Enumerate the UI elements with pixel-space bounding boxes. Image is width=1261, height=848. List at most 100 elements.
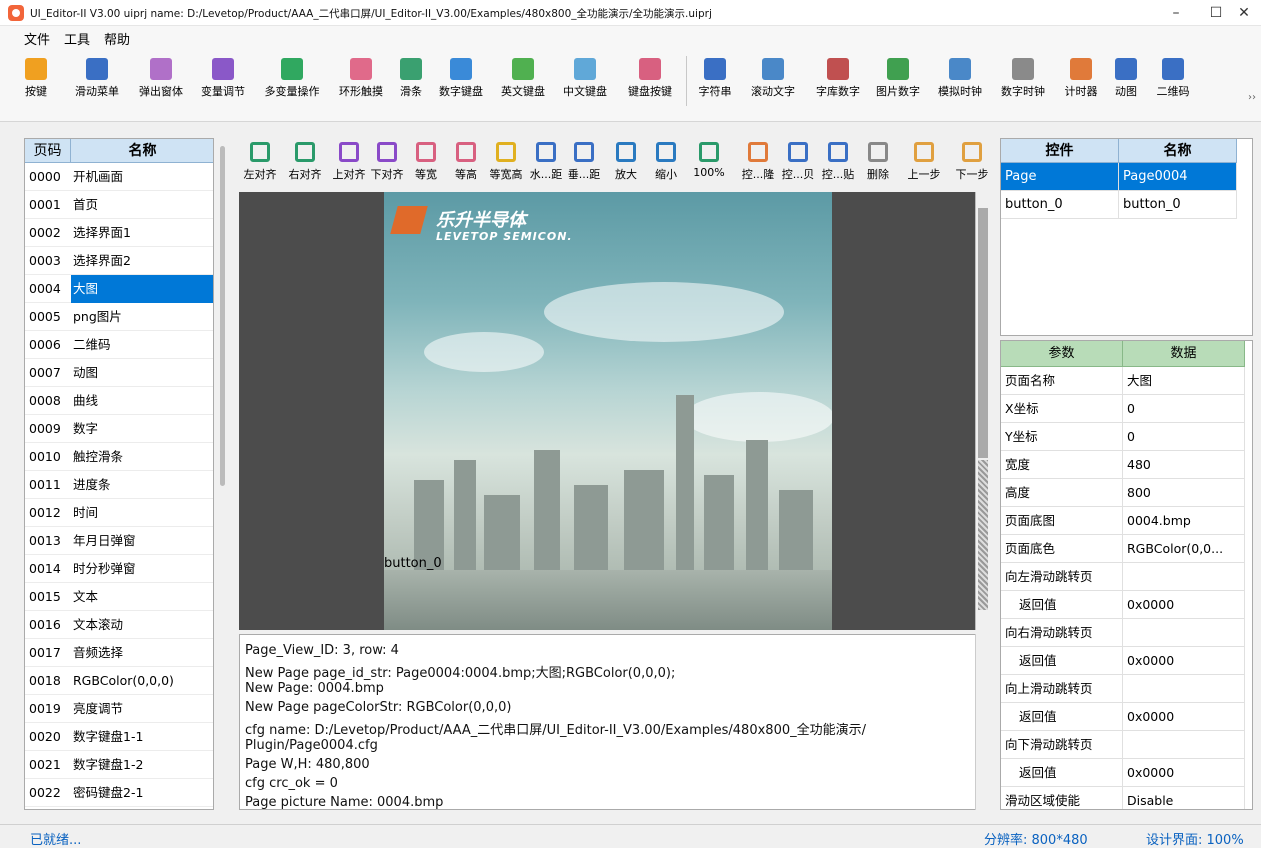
param-row[interactable]: 返回值 0x0000: [1001, 591, 1245, 619]
menu-file[interactable]: 文件: [24, 29, 50, 48]
page-list-item[interactable]: 0017 音频选择: [25, 639, 213, 667]
param-value[interactable]: 大图: [1123, 367, 1245, 395]
canvas-button-0[interactable]: button_0: [384, 556, 442, 571]
param-row[interactable]: 返回值 0x0000: [1001, 759, 1245, 787]
param-value[interactable]: Disable: [1123, 787, 1245, 809]
param-value[interactable]: RGBColor(0,0...: [1123, 535, 1245, 563]
canvas-scroll-track[interactable]: [978, 460, 988, 610]
page-list-item[interactable]: 0021 数字键盘1-2: [25, 751, 213, 779]
canvas-tool-4[interactable]: 等宽: [408, 138, 444, 186]
param-row[interactable]: 宽度 480: [1001, 451, 1245, 479]
canvas-tool-10[interactable]: 缩小: [648, 138, 684, 186]
canvas-tool-9[interactable]: 放大: [608, 138, 644, 186]
page-list-item[interactable]: 0005 png图片: [25, 303, 213, 331]
toolbar-button-16[interactable]: 数字时钟: [994, 54, 1052, 114]
param-row[interactable]: 页面名称 大图: [1001, 367, 1245, 395]
param-value[interactable]: [1123, 731, 1245, 759]
canvas-tool-11[interactable]: 100%: [690, 138, 728, 186]
page-list-item[interactable]: 0016 文本滚动: [25, 611, 213, 639]
data-col-header[interactable]: 数据: [1123, 341, 1245, 367]
param-value[interactable]: [1123, 563, 1245, 591]
close-button[interactable]: ✕: [1224, 0, 1261, 26]
page-list-item[interactable]: 0010 触控滑条: [25, 443, 213, 471]
param-row[interactable]: 滑动区域使能 Disable: [1001, 787, 1245, 809]
param-row[interactable]: 向左滑动跳转页: [1001, 563, 1245, 591]
page-list-item[interactable]: 0002 选择界面1: [25, 219, 213, 247]
param-value[interactable]: 0x0000: [1123, 703, 1245, 731]
toolbar-button-9[interactable]: 中文键盘: [556, 54, 614, 114]
page-list-scrollbar[interactable]: [220, 146, 225, 486]
page-list-item[interactable]: 0000 开机画面: [25, 163, 213, 191]
toolbar-button-6[interactable]: 滑条: [395, 54, 427, 114]
toolbar-button-2[interactable]: 弹出窗体: [132, 54, 190, 114]
canvas-tool-17[interactable]: 下一步: [950, 138, 994, 186]
param-value[interactable]: 0004.bmp: [1123, 507, 1245, 535]
toolbar-button-10[interactable]: 键盘按键: [616, 54, 684, 114]
page-list-item[interactable]: 0015 文本: [25, 583, 213, 611]
control-row[interactable]: Page Page0004: [1001, 163, 1237, 191]
param-row[interactable]: 高度 800: [1001, 479, 1245, 507]
canvas-tool-1[interactable]: 右对齐: [284, 138, 326, 186]
canvas-scrollbar[interactable]: [975, 192, 989, 630]
page-list-item[interactable]: 0006 二维码: [25, 331, 213, 359]
param-row[interactable]: 返回值 0x0000: [1001, 647, 1245, 675]
param-value[interactable]: 0: [1123, 423, 1245, 451]
canvas-tool-6[interactable]: 等宽高: [486, 138, 526, 186]
param-value[interactable]: 0x0000: [1123, 647, 1245, 675]
menu-tools[interactable]: 工具: [64, 29, 90, 48]
control-col-header[interactable]: 控件: [1001, 139, 1119, 163]
log-output[interactable]: Page_View_ID: 3, row: 4 New Page page_id_…: [239, 634, 991, 810]
page-list-item[interactable]: 0018 RGBColor(0,0,0): [25, 667, 213, 695]
param-col-header[interactable]: 参数: [1001, 341, 1123, 367]
param-row[interactable]: 返回值 0x0000: [1001, 703, 1245, 731]
param-value[interactable]: 0x0000: [1123, 759, 1245, 787]
page-list-item[interactable]: 0004 大图: [25, 275, 213, 303]
page-list-item[interactable]: 0019 亮度调节: [25, 695, 213, 723]
toolbar-more-icon[interactable]: ››: [1248, 92, 1256, 103]
toolbar-button-1[interactable]: 滑动菜单: [68, 54, 126, 114]
page-list-item[interactable]: 0007 动图: [25, 359, 213, 387]
canvas-tool-13[interactable]: 控...贝: [780, 138, 816, 186]
toolbar-button-19[interactable]: 二维码: [1148, 54, 1198, 114]
page-list-item[interactable]: 0011 进度条: [25, 471, 213, 499]
page-list-item[interactable]: 0014 时分秒弹窗: [25, 555, 213, 583]
canvas-scroll-thumb[interactable]: [978, 208, 988, 458]
toolbar-button-5[interactable]: 环形触摸: [332, 54, 390, 114]
param-row[interactable]: 页面底色 RGBColor(0,0...: [1001, 535, 1245, 563]
page-list-item[interactable]: 0020 数字键盘1-1: [25, 723, 213, 751]
canvas-tool-5[interactable]: 等高: [448, 138, 484, 186]
toolbar-button-15[interactable]: 模拟时钟: [930, 54, 990, 114]
canvas-tool-16[interactable]: 上一步: [902, 138, 946, 186]
canvas-tool-8[interactable]: 垂...距: [566, 138, 602, 186]
page-name-header[interactable]: 名称: [71, 139, 213, 163]
canvas-tool-3[interactable]: 下对齐: [368, 138, 406, 186]
param-row[interactable]: 向下滑动跳转页: [1001, 731, 1245, 759]
page-list-item[interactable]: 0008 曲线: [25, 387, 213, 415]
design-canvas[interactable]: 乐升半导体 LEVETOP SEMICON. button_0: [239, 192, 989, 630]
page-list-item[interactable]: 0003 选择界面2: [25, 247, 213, 275]
toolbar-button-0[interactable]: 按键: [18, 54, 54, 114]
param-value[interactable]: 0x0000: [1123, 591, 1245, 619]
param-value[interactable]: 0: [1123, 395, 1245, 423]
page-list-item[interactable]: 0012 时间: [25, 499, 213, 527]
toolbar-button-8[interactable]: 英文键盘: [494, 54, 552, 114]
toolbar-button-3[interactable]: 变量调节: [196, 54, 250, 114]
toolbar-button-4[interactable]: 多变量操作: [254, 54, 330, 114]
toolbar-button-12[interactable]: 滚动文字: [742, 54, 804, 114]
toolbar-button-13[interactable]: 字库数字: [810, 54, 866, 114]
param-row[interactable]: 向右滑动跳转页: [1001, 619, 1245, 647]
menu-help[interactable]: 帮助: [104, 29, 130, 48]
toolbar-button-18[interactable]: 动图: [1108, 54, 1144, 114]
page-list-item[interactable]: 0013 年月日弹窗: [25, 527, 213, 555]
toolbar-button-7[interactable]: 数字键盘: [432, 54, 490, 114]
param-value[interactable]: [1123, 675, 1245, 703]
param-value[interactable]: 800: [1123, 479, 1245, 507]
param-row[interactable]: 向上滑动跳转页: [1001, 675, 1245, 703]
page-list-item[interactable]: 0001 首页: [25, 191, 213, 219]
param-row[interactable]: Y坐标 0: [1001, 423, 1245, 451]
toolbar-button-11[interactable]: 字符串: [692, 54, 738, 114]
param-row[interactable]: 页面底图 0004.bmp: [1001, 507, 1245, 535]
page-list-item[interactable]: 0009 数字: [25, 415, 213, 443]
param-row[interactable]: X坐标 0: [1001, 395, 1245, 423]
page-list-item[interactable]: 0022 密码键盘2-1: [25, 779, 213, 807]
